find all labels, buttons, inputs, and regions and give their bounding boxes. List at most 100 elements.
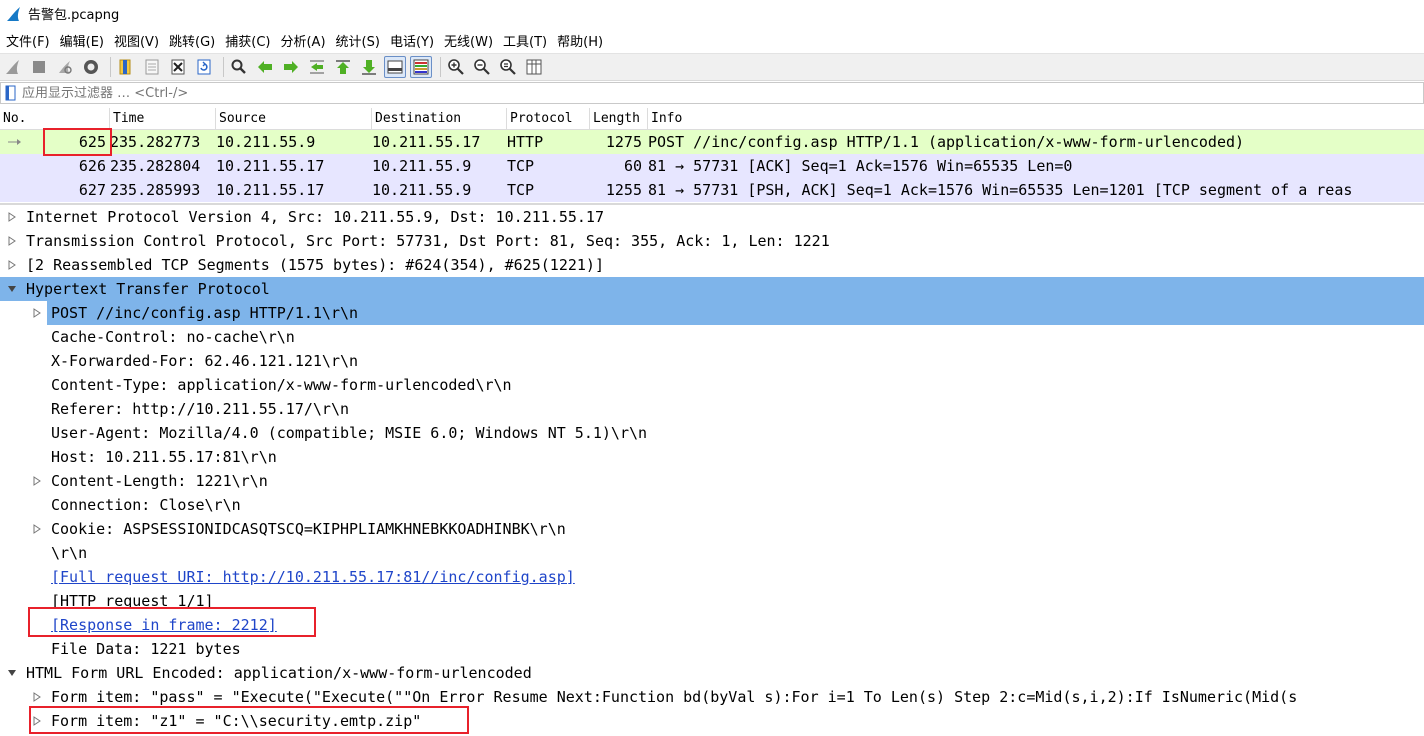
packet-cell-time: 235.282804	[110, 157, 201, 175]
detail-text: Host: 10.211.55.17:81\r\n	[51, 448, 277, 466]
detail-tree-item[interactable]: HTML Form URL Encoded: application/x-www…	[0, 661, 1424, 685]
detail-text: Referer: http://10.211.55.17/\r\n	[51, 400, 350, 418]
packet-cell-no: 627	[78, 181, 106, 199]
detail-tree-item[interactable]: Cookie: ASPSESSIONIDCASQTSCQ=KIPHPLIAMKH…	[0, 517, 1424, 541]
expand-arrow-right-icon[interactable]	[6, 205, 18, 229]
detail-tree-item[interactable]: Cache-Control: no-cache\r\n	[0, 325, 1424, 349]
detail-tree-item[interactable]: Connection: Close\r\n	[0, 493, 1424, 517]
expand-arrow-right-icon[interactable]	[6, 229, 18, 253]
go-last-icon[interactable]	[358, 56, 380, 78]
packet-row[interactable]: 627 235.285993 10.211.55.17 10.211.55.9 TCP 1…	[0, 178, 1424, 202]
detail-tree-item[interactable]: POST //inc/config.asp HTTP/1.1\r\n	[0, 301, 1424, 325]
wireshark-fin-icon	[7, 6, 20, 21]
go-to-packet-icon[interactable]	[306, 56, 328, 78]
packet-cell-length: 60	[623, 157, 642, 175]
detail-text: Transmission Control Protocol, Src Port:…	[26, 232, 830, 250]
detail-tree-item[interactable]: [2 Reassembled TCP Segments (1575 bytes)…	[0, 253, 1424, 277]
open-file-icon[interactable]	[115, 56, 137, 78]
packet-details-pane: Internet Protocol Version 4, Src: 10.211…	[0, 205, 1424, 736]
capture-options-icon[interactable]	[80, 56, 102, 78]
menu-item[interactable]: 文件(F)	[4, 29, 56, 52]
packet-cell-protocol: TCP	[507, 157, 535, 175]
zoom-normal-icon[interactable]	[497, 56, 519, 78]
detail-tree-item[interactable]: Host: 10.211.55.17:81\r\n	[0, 445, 1424, 469]
column-header-protocol[interactable]: Protocol	[507, 108, 590, 130]
detail-tree-item[interactable]: X-Forwarded-For: 62.46.121.121\r\n	[0, 349, 1424, 373]
detail-tree-item[interactable]: User-Agent: Mozilla/4.0 (compatible; MSI…	[0, 421, 1424, 445]
menu-item[interactable]: 电话(Y)	[388, 29, 440, 52]
menu-item[interactable]: 捕获(C)	[223, 29, 276, 52]
column-header-time[interactable]: Time	[110, 108, 216, 130]
expand-arrow-down-icon[interactable]	[6, 277, 18, 301]
save-file-icon[interactable]	[141, 56, 163, 78]
menu-bar: 文件(F) 编辑(E) 视图(V) 跳转(G) 捕获(C) 分析(A) 统计(S) 电话(Y)…	[0, 28, 1424, 52]
detail-text: Cookie: ASPSESSIONIDCASQTSCQ=KIPHPLIAMKH…	[51, 520, 566, 538]
annotation-box-response-frame	[28, 607, 316, 637]
packet-list-header: No. Time Source Destination Protocol Length In…	[0, 108, 1424, 130]
go-back-icon[interactable]	[254, 56, 276, 78]
shark-fin-start-icon[interactable]	[2, 56, 24, 78]
detail-tree-item[interactable]: [Full request URI: http://10.211.55.17:8…	[0, 565, 1424, 589]
detail-tree-item[interactable]: \r\n	[0, 541, 1424, 565]
column-header-source[interactable]: Source	[216, 108, 372, 130]
menu-item[interactable]: 编辑(E)	[58, 29, 110, 52]
find-packet-icon[interactable]	[228, 56, 250, 78]
menu-item[interactable]: 工具(T)	[501, 29, 553, 52]
zoom-in-icon[interactable]	[445, 56, 467, 78]
expand-arrow-down-icon[interactable]	[6, 661, 18, 685]
detail-tree-item[interactable]: Internet Protocol Version 4, Src: 10.211…	[0, 205, 1424, 229]
detail-tree-item[interactable]: Content-Type: application/x-www-form-url…	[0, 373, 1424, 397]
menu-item[interactable]: 分析(A)	[278, 29, 331, 52]
detail-tree-item[interactable]: File Data: 1221 bytes	[0, 637, 1424, 661]
go-forward-icon[interactable]	[280, 56, 302, 78]
colorize-icon[interactable]	[410, 56, 432, 78]
detail-text: Content-Length: 1221\r\n	[51, 472, 268, 490]
detail-text: HTML Form URL Encoded: application/x-www…	[26, 664, 532, 682]
annotation-box-z1-form-item	[29, 706, 469, 734]
expand-arrow-right-icon[interactable]	[31, 517, 43, 541]
menu-item[interactable]: 跳转(G)	[167, 29, 221, 52]
packet-list-pane: No. Time Source Destination Protocol Length In…	[0, 108, 1424, 204]
menu-item[interactable]: 统计(S)	[334, 29, 386, 52]
annotation-box-frame-number	[43, 128, 112, 156]
expand-arrow-right-icon[interactable]	[31, 469, 43, 493]
main-toolbar	[0, 53, 1424, 81]
packet-row[interactable]: 626 235.282804 10.211.55.17 10.211.55.9 TCP 6…	[0, 154, 1424, 178]
menu-item[interactable]: 帮助(H)	[555, 29, 609, 52]
detail-link[interactable]: [Full request URI: http://10.211.55.17:8…	[51, 565, 575, 589]
detail-text: X-Forwarded-For: 62.46.121.121\r\n	[51, 352, 359, 370]
expand-arrow-right-icon[interactable]	[31, 301, 43, 325]
restart-icon[interactable]	[54, 56, 76, 78]
detail-tree-item[interactable]: Content-Length: 1221\r\n	[0, 469, 1424, 493]
resize-columns-icon[interactable]	[523, 56, 545, 78]
toolbar-separator	[110, 57, 111, 77]
packet-cell-time: 235.285993	[110, 181, 201, 199]
packet-cell-time: 235.282773	[110, 133, 201, 151]
auto-scroll-icon[interactable]	[384, 56, 406, 78]
reload-icon[interactable]	[193, 56, 215, 78]
column-header-info[interactable]: Info	[648, 108, 1424, 130]
bookmark-filter-icon[interactable]	[4, 85, 18, 101]
expand-arrow-right-icon[interactable]	[6, 253, 18, 277]
detail-text: Hypertext Transfer Protocol	[26, 280, 270, 298]
title-bar: 告警包.pcapng	[0, 0, 1424, 27]
packet-cell-info: POST //inc/config.asp HTTP/1.1 (applicat…	[648, 133, 1245, 151]
packet-cell-destination: 10.211.55.17	[372, 133, 481, 151]
zoom-out-icon[interactable]	[471, 56, 493, 78]
column-header-destination[interactable]: Destination	[372, 108, 507, 130]
display-filter-input[interactable]	[22, 85, 1402, 101]
packet-row[interactable]: 625 235.282773 10.211.55.9 10.211.55.17 HTTP…	[0, 130, 1424, 154]
menu-item[interactable]: 视图(V)	[112, 29, 165, 52]
detail-text: File Data: 1221 bytes	[51, 640, 241, 658]
detail-tree-item[interactable]: Transmission Control Protocol, Src Port:…	[0, 229, 1424, 253]
column-header-no[interactable]: No.	[0, 108, 110, 130]
stop-icon[interactable]	[28, 56, 50, 78]
go-first-icon[interactable]	[332, 56, 354, 78]
detail-text: Cache-Control: no-cache\r\n	[51, 328, 295, 346]
detail-tree-item[interactable]: Hypertext Transfer Protocol	[0, 277, 1424, 301]
detail-tree-item[interactable]: Referer: http://10.211.55.17/\r\n	[0, 397, 1424, 421]
close-file-icon[interactable]	[167, 56, 189, 78]
menu-item[interactable]: 无线(W)	[442, 29, 499, 52]
related-packet-marker-icon	[8, 130, 22, 154]
column-header-length[interactable]: Length	[590, 108, 648, 130]
